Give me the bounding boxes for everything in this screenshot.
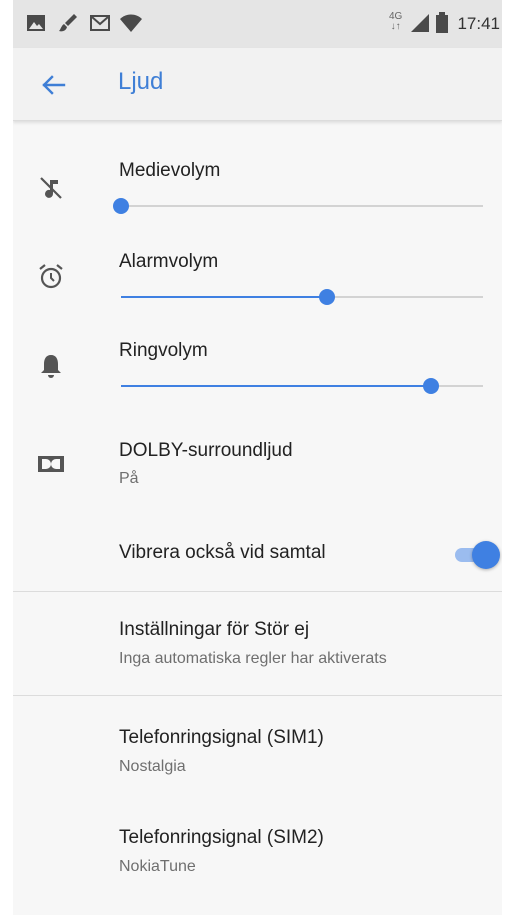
vibrate-label: Vibrera också vid samtal: [119, 542, 326, 563]
dnd-label: Inställningar för Stör ej: [119, 619, 310, 640]
network-type: 4G ↓↑: [389, 11, 403, 32]
ringtone-sim2-value: NokiaTune: [119, 858, 196, 875]
dolby-setting-row[interactable]: [13, 425, 502, 500]
dolby-icon: [38, 456, 64, 472]
alarm-icon: [39, 264, 63, 289]
image-icon: [27, 15, 45, 31]
vibrate-toggle[interactable]: [453, 540, 501, 570]
app-bar: Ljud: [13, 48, 502, 121]
ringtone-sim1-label: Telefonringsignal (SIM1): [119, 727, 324, 748]
wifi-icon: [120, 14, 142, 32]
ringtone-sim1-row[interactable]: [13, 705, 502, 795]
dnd-setting-row[interactable]: [13, 600, 502, 688]
mail-icon: [90, 15, 110, 31]
alarm-volume-label: Alarmvolym: [119, 251, 219, 272]
divider: [13, 695, 502, 696]
dolby-value: På: [119, 470, 139, 487]
ringtone-sim2-row[interactable]: [13, 805, 502, 895]
alarm-volume-slider[interactable]: [121, 285, 483, 309]
ringtone-sim1-value: Nostalgia: [119, 758, 186, 775]
battery-icon: [436, 12, 448, 33]
divider: [13, 591, 502, 592]
slider-fill: [121, 296, 328, 298]
music-off-icon: [40, 177, 62, 199]
slider-thumb[interactable]: [319, 289, 336, 305]
media-volume-slider[interactable]: [113, 194, 483, 218]
media-volume-label: Medievolym: [119, 160, 221, 181]
dnd-summary: Inga automatiska regler har aktiverats: [119, 650, 387, 667]
clock: 17:41: [457, 14, 500, 33]
slider-thumb[interactable]: [113, 198, 129, 214]
sound-settings-screen: 4G ↓↑ 17:41 Ljud Medievolym Alarmvolym R…: [13, 0, 502, 915]
ringtone-sim2-label: Telefonringsignal (SIM2): [119, 827, 324, 848]
arrow-back-icon[interactable]: [39, 70, 69, 100]
dolby-label: DOLBY-surroundljud: [119, 440, 293, 461]
bell-icon: [41, 355, 61, 378]
slider-track: [121, 205, 483, 207]
signal-icon: [411, 14, 429, 32]
toggle-thumb: [472, 541, 500, 569]
page-title: Ljud: [118, 68, 164, 95]
ring-volume-label: Ringvolym: [119, 340, 208, 361]
slider-fill: [121, 385, 431, 387]
status-bar: 4G ↓↑ 17:41: [13, 0, 502, 48]
slider-thumb[interactable]: [422, 378, 439, 394]
brush-icon: [59, 14, 77, 32]
ring-volume-slider[interactable]: [121, 374, 483, 398]
